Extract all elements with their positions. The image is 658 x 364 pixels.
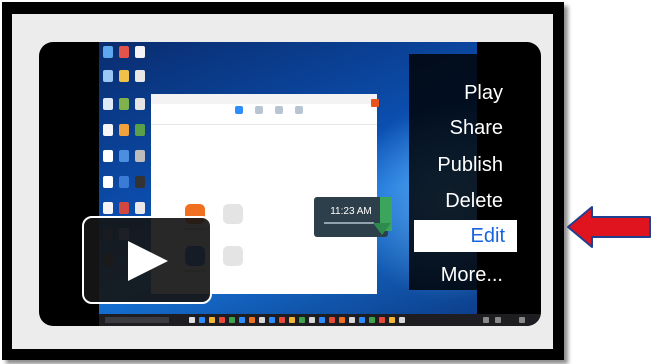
join-tile xyxy=(223,204,243,224)
menu-item-share[interactable]: Share xyxy=(450,115,503,141)
menu-item-delete[interactable]: Delete xyxy=(445,188,503,214)
taskbar-tray-icon xyxy=(483,317,489,323)
desktop-icon xyxy=(119,176,129,188)
home-tab-icon xyxy=(235,106,243,114)
taskbar-clock xyxy=(519,317,525,323)
taskbar-icon xyxy=(339,317,345,323)
taskbar-icon xyxy=(289,317,295,323)
taskbar-icon xyxy=(219,317,225,323)
app-close-icon xyxy=(371,99,379,107)
taskbar-icon xyxy=(349,317,355,323)
desktop-icon xyxy=(119,150,129,162)
video-card[interactable]: 11:23 AM Play Share Publish Delete Edit … xyxy=(39,42,541,326)
desktop-icon xyxy=(103,98,113,110)
taskbar-search xyxy=(105,317,169,323)
taskbar xyxy=(99,314,541,326)
desktop-icon xyxy=(135,98,145,110)
desktop-icon xyxy=(103,202,113,214)
app-tabs xyxy=(235,106,345,120)
menu-item-publish[interactable]: Publish xyxy=(437,152,503,178)
desktop-icon xyxy=(135,46,145,58)
desktop-icon xyxy=(135,202,145,214)
taskbar-icon xyxy=(379,317,385,323)
taskbar-icon xyxy=(359,317,365,323)
desktop-icon xyxy=(135,176,145,188)
desktop-icon xyxy=(103,70,113,82)
app-titlebar xyxy=(151,94,377,104)
red-arrow-icon xyxy=(567,206,651,248)
video-options-menu: Play Share Publish Delete Edit More... xyxy=(409,54,517,290)
desktop-icon xyxy=(103,176,113,188)
taskbar-icon xyxy=(309,317,315,323)
desktop-icon xyxy=(103,124,113,136)
play-icon xyxy=(128,241,168,281)
taskbar-icon xyxy=(229,317,235,323)
contacts-tab-icon xyxy=(295,106,303,114)
play-button[interactable] xyxy=(82,216,212,304)
desktop-icon xyxy=(119,124,129,136)
menu-item-play[interactable]: Play xyxy=(464,80,503,106)
desktop-icon xyxy=(119,70,129,82)
chat-tab-icon xyxy=(255,106,263,114)
taskbar-icon xyxy=(209,317,215,323)
desktop-icon xyxy=(135,150,145,162)
menu-item-edit[interactable]: Edit xyxy=(414,220,517,252)
taskbar-icon xyxy=(389,317,395,323)
desktop-icon xyxy=(103,46,113,58)
clock-date xyxy=(324,222,374,224)
menu-item-more[interactable]: More... xyxy=(441,262,503,288)
taskbar-icon xyxy=(319,317,325,323)
clock-time: 11:23 AM xyxy=(330,206,372,217)
desktop-icon xyxy=(119,98,129,110)
taskbar-icon xyxy=(399,317,405,323)
meetings-tab-icon xyxy=(275,106,283,114)
share-screen-tile xyxy=(223,246,243,266)
taskbar-icon xyxy=(329,317,335,323)
desktop-icon xyxy=(103,150,113,162)
taskbar-icon xyxy=(279,317,285,323)
desktop-icon xyxy=(119,202,129,214)
taskbar-icon xyxy=(269,317,275,323)
taskbar-icon xyxy=(189,317,195,323)
taskbar-icon xyxy=(299,317,305,323)
taskbar-icon xyxy=(369,317,375,323)
taskbar-tray-icon xyxy=(495,317,501,323)
desktop-icon xyxy=(135,70,145,82)
app-divider xyxy=(151,124,377,125)
desktop-icon xyxy=(135,124,145,136)
download-check-icon xyxy=(373,223,391,235)
desktop-icon xyxy=(119,46,129,58)
taskbar-icon xyxy=(199,317,205,323)
taskbar-icon xyxy=(249,317,255,323)
taskbar-icon xyxy=(239,317,245,323)
taskbar-icon xyxy=(259,317,265,323)
